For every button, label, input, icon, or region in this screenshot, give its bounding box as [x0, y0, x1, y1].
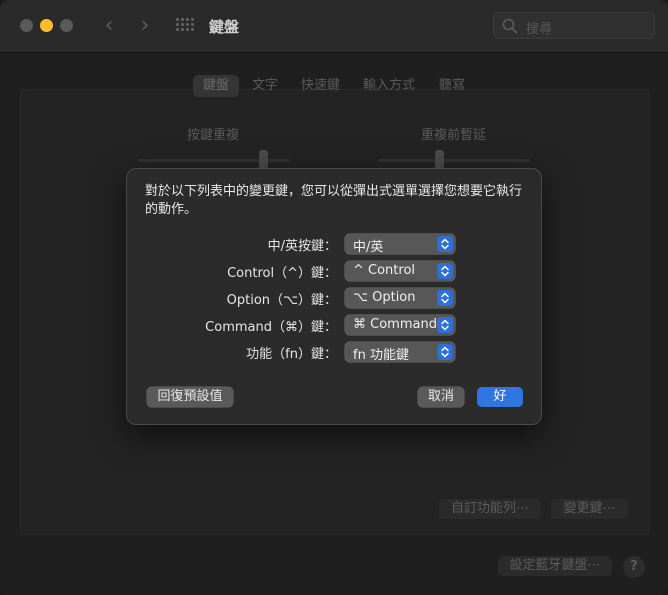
function-key-value: fn 功能鍵 — [353, 348, 409, 363]
modifier-keys-sheet: 對於以下列表中的變更鍵，您可以從彈出式選單選擇您想要它執行的動作。 中/英按鍵：… — [126, 168, 542, 425]
command-key-popup[interactable]: ⌘ Command — [345, 315, 455, 335]
restore-defaults-button[interactable]: 回復預設值 — [147, 387, 233, 407]
tab-text[interactable]: 文字 — [242, 75, 288, 97]
ok-button[interactable]: 好 — [477, 387, 523, 407]
command-key-label: Command（⌘）鍵： — [205, 320, 337, 335]
updown-chevron-icon — [437, 290, 453, 306]
updown-chevron-icon — [437, 344, 453, 360]
function-key-popup[interactable]: fn 功能鍵 — [345, 342, 455, 363]
option-key-popup[interactable]: ⌥ Option — [345, 288, 455, 308]
window-title: 鍵盤 — [209, 18, 240, 36]
key-repeat-knob[interactable] — [259, 150, 268, 170]
search-field[interactable]: 搜尋 — [493, 12, 655, 39]
caps-lock-key-popup[interactable]: 中/英 — [345, 234, 455, 255]
caps-lock-key-value: 中/英 — [353, 240, 384, 255]
control-key-value: ^ Control — [353, 263, 416, 278]
keyboard-preferences-window: ‹ › 鍵盤 搜尋 鍵盤 文字 快速鍵 輸入方式 聽寫 按鍵重複 重複前暫延 自… — [0, 0, 668, 595]
caps-lock-key-label: 中/英按鍵： — [267, 239, 337, 254]
updown-chevron-icon — [437, 236, 453, 252]
tab-dictation[interactable]: 聽寫 — [429, 75, 475, 97]
option-key-label: Option（⌥）鍵： — [226, 293, 337, 308]
modifier-keys-button[interactable]: 變更鍵⋯ — [551, 499, 628, 519]
sheet-message: 對於以下列表中的變更鍵，您可以從彈出式選單選擇您想要它執行的動作。 — [145, 184, 523, 217]
zoom-window-button[interactable] — [60, 19, 73, 32]
tab-shortcuts[interactable]: 快速鍵 — [291, 75, 350, 97]
search-placeholder: 搜尋 — [526, 22, 553, 37]
tab-keyboard[interactable]: 鍵盤 — [193, 75, 240, 97]
help-button[interactable]: ? — [623, 556, 645, 578]
setup-bluetooth-keyboard-button[interactable]: 設定藍牙鍵盤⋯ — [498, 556, 612, 576]
control-key-label: Control（^）鍵： — [227, 266, 337, 281]
search-icon — [502, 18, 518, 34]
forward-chevron-icon[interactable]: › — [132, 12, 158, 40]
control-key-popup[interactable]: ^ Control — [345, 261, 455, 281]
updown-chevron-icon — [437, 263, 453, 279]
back-chevron-icon[interactable]: ‹ — [96, 12, 122, 40]
updown-chevron-icon — [437, 317, 453, 333]
minimize-window-button[interactable] — [40, 19, 53, 32]
tab-input-sources[interactable]: 輸入方式 — [353, 75, 425, 97]
delay-until-repeat-slider[interactable] — [378, 159, 530, 162]
delay-until-repeat-label: 重複前暫延 — [421, 128, 487, 143]
delay-until-repeat-knob[interactable] — [435, 150, 444, 170]
function-key-label: 功能（fn）鍵： — [246, 347, 337, 362]
customize-control-strip-button[interactable]: 自訂功能列⋯ — [439, 499, 541, 519]
show-all-grid-icon[interactable] — [176, 18, 194, 32]
cancel-button[interactable]: 取消 — [418, 387, 464, 407]
option-key-value: ⌥ Option — [353, 290, 416, 305]
titlebar: ‹ › 鍵盤 搜尋 — [0, 0, 668, 53]
close-window-button[interactable] — [20, 19, 33, 32]
key-repeat-label: 按鍵重複 — [187, 128, 240, 143]
command-key-value: ⌘ Command — [353, 317, 437, 332]
